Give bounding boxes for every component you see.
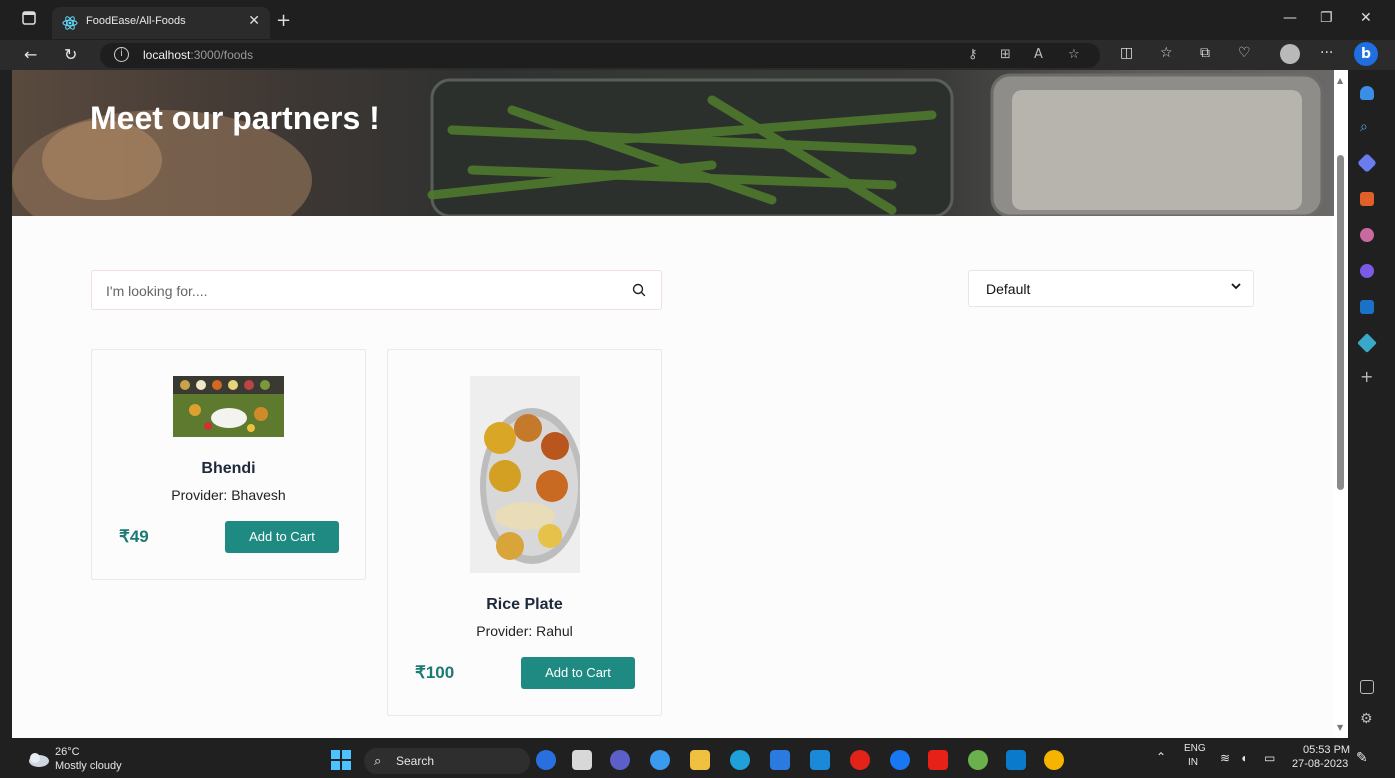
restore-button[interactable]: ❐	[1320, 10, 1333, 26]
chevron-down-icon	[1231, 281, 1241, 294]
tab-close-icon[interactable]: ✕	[248, 13, 260, 29]
favorite-star-icon[interactable]: ☆	[1068, 47, 1080, 62]
product-image-rice-plate	[470, 376, 580, 573]
window-menu-icon[interactable]	[20, 11, 38, 29]
microsoft-store-icon[interactable]	[770, 750, 790, 770]
shopping-tag-icon[interactable]	[1357, 153, 1377, 173]
search-placeholder: I'm looking for....	[106, 283, 208, 299]
clock-date: 27-08-2023	[1292, 758, 1349, 770]
clock-time[interactable]: 05:53 PM	[1303, 744, 1350, 756]
add-sidebar-app-icon[interactable]: +	[1360, 369, 1374, 385]
windows-start-icon[interactable]	[331, 750, 351, 770]
bing-copilot-icon[interactable]: b	[1354, 42, 1378, 66]
language-top[interactable]: ENG	[1184, 743, 1206, 754]
search-icon[interactable]: ⌕	[1360, 120, 1374, 134]
close-window-button[interactable]: ✕	[1360, 10, 1372, 26]
product-name: Rice Plate	[486, 596, 563, 613]
search-input[interactable]: I'm looking for....	[91, 270, 662, 310]
back-arrow-icon[interactable]: ←	[24, 45, 37, 64]
product-card-bhendi: Bhendi Provider: Bhavesh ₹49 Add to Cart	[91, 349, 366, 580]
wifi-icon[interactable]: ≋	[1220, 751, 1230, 765]
scroll-down-icon[interactable]: ▼	[1337, 723, 1343, 732]
url-text: localhost:3000/foods	[143, 48, 254, 62]
product-image-bhendi	[173, 376, 284, 437]
add-to-cart-button[interactable]: Add to Cart	[225, 521, 339, 553]
youtube-icon[interactable]	[928, 750, 948, 770]
tab-all-foods[interactable]: FoodEase/All-Foods ✕	[52, 7, 270, 39]
volume-icon[interactable]: ◖	[1240, 751, 1247, 765]
widgets-icon[interactable]	[650, 750, 670, 770]
split-screen-icon[interactable]: ◫	[1120, 45, 1133, 61]
weather-temperature: 26°C	[55, 746, 80, 758]
product-provider: Provider: Rahul	[476, 623, 573, 639]
product-price: ₹100	[415, 663, 455, 682]
task-view-icon[interactable]	[572, 750, 592, 770]
opera-icon[interactable]	[850, 750, 870, 770]
hero-food-image	[12, 73, 1324, 216]
search-icon: ⌕	[374, 753, 382, 768]
edge-icon[interactable]	[730, 750, 750, 770]
react-icon	[62, 15, 78, 31]
cloudy-weather-icon	[29, 753, 49, 767]
hero-title: Meet our partners !	[90, 100, 380, 136]
tools-briefcase-icon[interactable]	[1360, 192, 1374, 206]
browser-essentials-icon[interactable]: ♡	[1238, 45, 1251, 61]
chrome-icon[interactable]	[1044, 750, 1064, 770]
product-price: ₹49	[119, 527, 149, 546]
sort-selected-value: Default	[986, 281, 1031, 297]
minimize-button[interactable]: —	[1283, 10, 1297, 26]
scroll-up-icon[interactable]: ▲	[1337, 76, 1343, 85]
notifications-icon[interactable]: ✎	[1356, 749, 1368, 766]
product-name: Bhendi	[201, 460, 256, 477]
teams-chat-icon[interactable]	[610, 750, 630, 770]
games-icon[interactable]	[1360, 228, 1374, 242]
copilot-icon[interactable]	[1360, 264, 1374, 278]
drop-icon[interactable]	[1357, 333, 1377, 353]
facebook-icon[interactable]	[890, 750, 910, 770]
page-viewport: Meet our partners ! I'm looking for.... …	[12, 70, 1334, 738]
url-bar[interactable]: i localhost:3000/foods ⚷ ⊞ A ☆	[100, 43, 1100, 68]
profile-avatar[interactable]	[1280, 44, 1300, 64]
site-info-icon[interactable]: i	[114, 47, 129, 62]
windows-taskbar: 26°C Mostly cloudy ⌕ Search ⌃ ENG IN ≋ ◖…	[0, 740, 1395, 778]
taskbar-search-label: Search	[396, 754, 435, 768]
language-bottom: IN	[1188, 757, 1198, 768]
app-available-icon[interactable]: ⊞	[1000, 47, 1011, 62]
product-card-rice-plate: Rice Plate Provider: Rahul ₹100 Add to C…	[387, 349, 662, 716]
tab-title: FoodEase/All-Foods	[86, 15, 186, 27]
favorites-icon[interactable]: ☆	[1160, 45, 1173, 61]
read-aloud-icon[interactable]: A	[1034, 47, 1043, 62]
sort-select[interactable]: Default	[968, 270, 1254, 307]
add-to-cart-button[interactable]: Add to Cart	[521, 657, 635, 689]
key-icon[interactable]: ⚷	[968, 47, 978, 62]
gear-icon[interactable]: ⚙	[1360, 712, 1374, 726]
refresh-icon[interactable]: ↻	[64, 45, 77, 64]
taskbar-search[interactable]: ⌕ Search	[364, 748, 530, 774]
more-options-icon[interactable]: ···	[1320, 45, 1333, 61]
battery-icon[interactable]: ▭	[1264, 751, 1275, 765]
hide-sidebar-icon[interactable]	[1360, 680, 1374, 694]
notification-bell-icon[interactable]	[1360, 86, 1374, 100]
page-scrollbar[interactable]: ▲ ▼	[1334, 70, 1348, 738]
product-provider: Provider: Bhavesh	[171, 487, 286, 503]
new-tab-button[interactable]: +	[276, 10, 291, 31]
vscode-icon[interactable]	[1006, 750, 1026, 770]
hero-banner: Meet our partners !	[12, 70, 1334, 216]
weather-description: Mostly cloudy	[55, 760, 122, 772]
search-icon[interactable]	[631, 282, 647, 298]
edge-sidebar: ⌕ + ⚙	[1348, 70, 1395, 740]
spring-icon[interactable]	[968, 750, 988, 770]
scrollbar-thumb[interactable]	[1337, 155, 1344, 490]
mysql-icon[interactable]	[810, 750, 830, 770]
tab-bar: FoodEase/All-Foods ✕ + — ❐ ✕	[0, 0, 1395, 40]
file-explorer-icon[interactable]	[690, 750, 710, 770]
outlook-icon[interactable]	[1360, 300, 1374, 314]
chevron-up-icon[interactable]: ⌃	[1156, 750, 1166, 764]
collections-icon[interactable]: ⧉	[1200, 45, 1210, 61]
bing-icon[interactable]	[536, 750, 556, 770]
address-toolbar: ← ↻ i localhost:3000/foods ⚷ ⊞ A ☆	[0, 40, 1395, 70]
